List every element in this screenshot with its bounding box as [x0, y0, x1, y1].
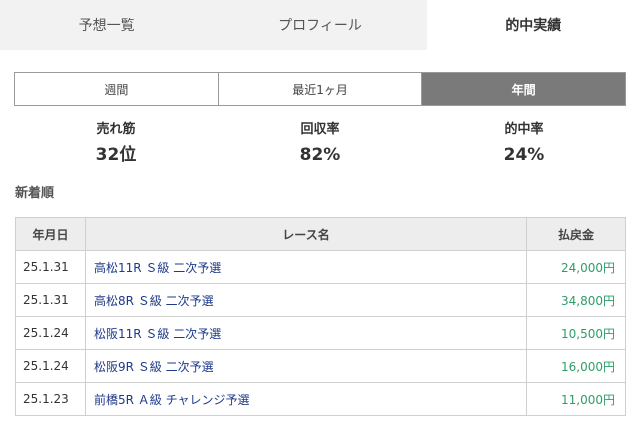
race-link[interactable]: 松阪9R Ｓ級 二次予選: [94, 360, 214, 374]
period-selector: 週間 最近1ヶ月 年間: [14, 72, 626, 106]
header-payout: 払戻金: [526, 217, 626, 251]
header-date: 年月日: [15, 217, 86, 251]
row-race: 高松8R Ｓ級 二次予選: [85, 283, 527, 317]
row-date: 25.1.24: [15, 316, 86, 350]
section-title: 新着順: [15, 186, 55, 201]
results-table: 年月日 レース名 払戻金 25.1.31 高松11R Ｓ級 二次予選 24,00…: [15, 217, 626, 416]
tab-predictions[interactable]: 予想一覧: [0, 0, 213, 50]
tab-profile[interactable]: プロフィール: [213, 0, 426, 50]
row-payout: 24,000円: [526, 250, 626, 284]
race-link[interactable]: 前橋5R Ａ級 チャレンジ予選: [94, 393, 249, 407]
row-race: 松阪9R Ｓ級 二次予選: [85, 349, 527, 383]
row-date: 25.1.24: [15, 349, 86, 383]
table-row: 25.1.31 高松11R Ｓ級 二次予選 24,000円: [15, 250, 626, 284]
table-row: 25.1.23 前橋5R Ａ級 チャレンジ予選 11,000円: [15, 382, 626, 416]
header-race-name: レース名: [85, 217, 527, 251]
row-date: 25.1.23: [15, 382, 86, 416]
period-weekly-button[interactable]: 週間: [15, 73, 218, 105]
stat-popularity-value: 32位: [95, 145, 137, 165]
race-link[interactable]: 松阪11R Ｓ級 二次予選: [94, 327, 221, 341]
row-payout: 11,000円: [526, 382, 626, 416]
row-race: 高松11R Ｓ級 二次予選: [85, 250, 527, 284]
row-race: 前橋5R Ａ級 チャレンジ予選: [85, 382, 527, 416]
table-row: 25.1.24 松阪11R Ｓ級 二次予選 10,500円: [15, 316, 626, 350]
stat-popularity: 売れ筋 32位: [14, 120, 218, 172]
table-row: 25.1.24 松阪9R Ｓ級 二次予選 16,000円: [15, 349, 626, 383]
race-link[interactable]: 高松11R Ｓ級 二次予選: [94, 261, 221, 275]
tab-hit-record[interactable]: 的中実績: [426, 0, 640, 50]
period-monthly-button[interactable]: 最近1ヶ月: [217, 73, 422, 105]
table-header-row: 年月日 レース名 払戻金: [15, 217, 626, 251]
table-row: 25.1.31 高松8R Ｓ級 二次予選 34,800円: [15, 283, 626, 317]
stat-popularity-label: 売れ筋: [96, 122, 136, 137]
stats-summary: 売れ筋 32位 回収率 82% 的中率 24%: [14, 120, 626, 172]
row-date: 25.1.31: [15, 250, 86, 284]
row-date: 25.1.31: [15, 283, 86, 317]
row-race: 松阪11R Ｓ級 二次予選: [85, 316, 527, 350]
row-payout: 16,000円: [526, 349, 626, 383]
main-tabs: 予想一覧 プロフィール 的中実績: [0, 0, 640, 50]
stat-hit-rate-label: 的中率: [504, 122, 544, 137]
stat-recovery-rate: 回収率 82%: [218, 120, 422, 172]
row-payout: 34,800円: [526, 283, 626, 317]
row-payout: 10,500円: [526, 316, 626, 350]
race-link[interactable]: 高松8R Ｓ級 二次予選: [94, 294, 214, 308]
stat-hit-rate: 的中率 24%: [422, 120, 626, 172]
stat-hit-rate-value: 24%: [503, 145, 545, 165]
period-yearly-button[interactable]: 年間: [421, 73, 626, 105]
stat-recovery-rate-label: 回収率: [300, 122, 340, 137]
stat-recovery-rate-value: 82%: [299, 145, 341, 165]
